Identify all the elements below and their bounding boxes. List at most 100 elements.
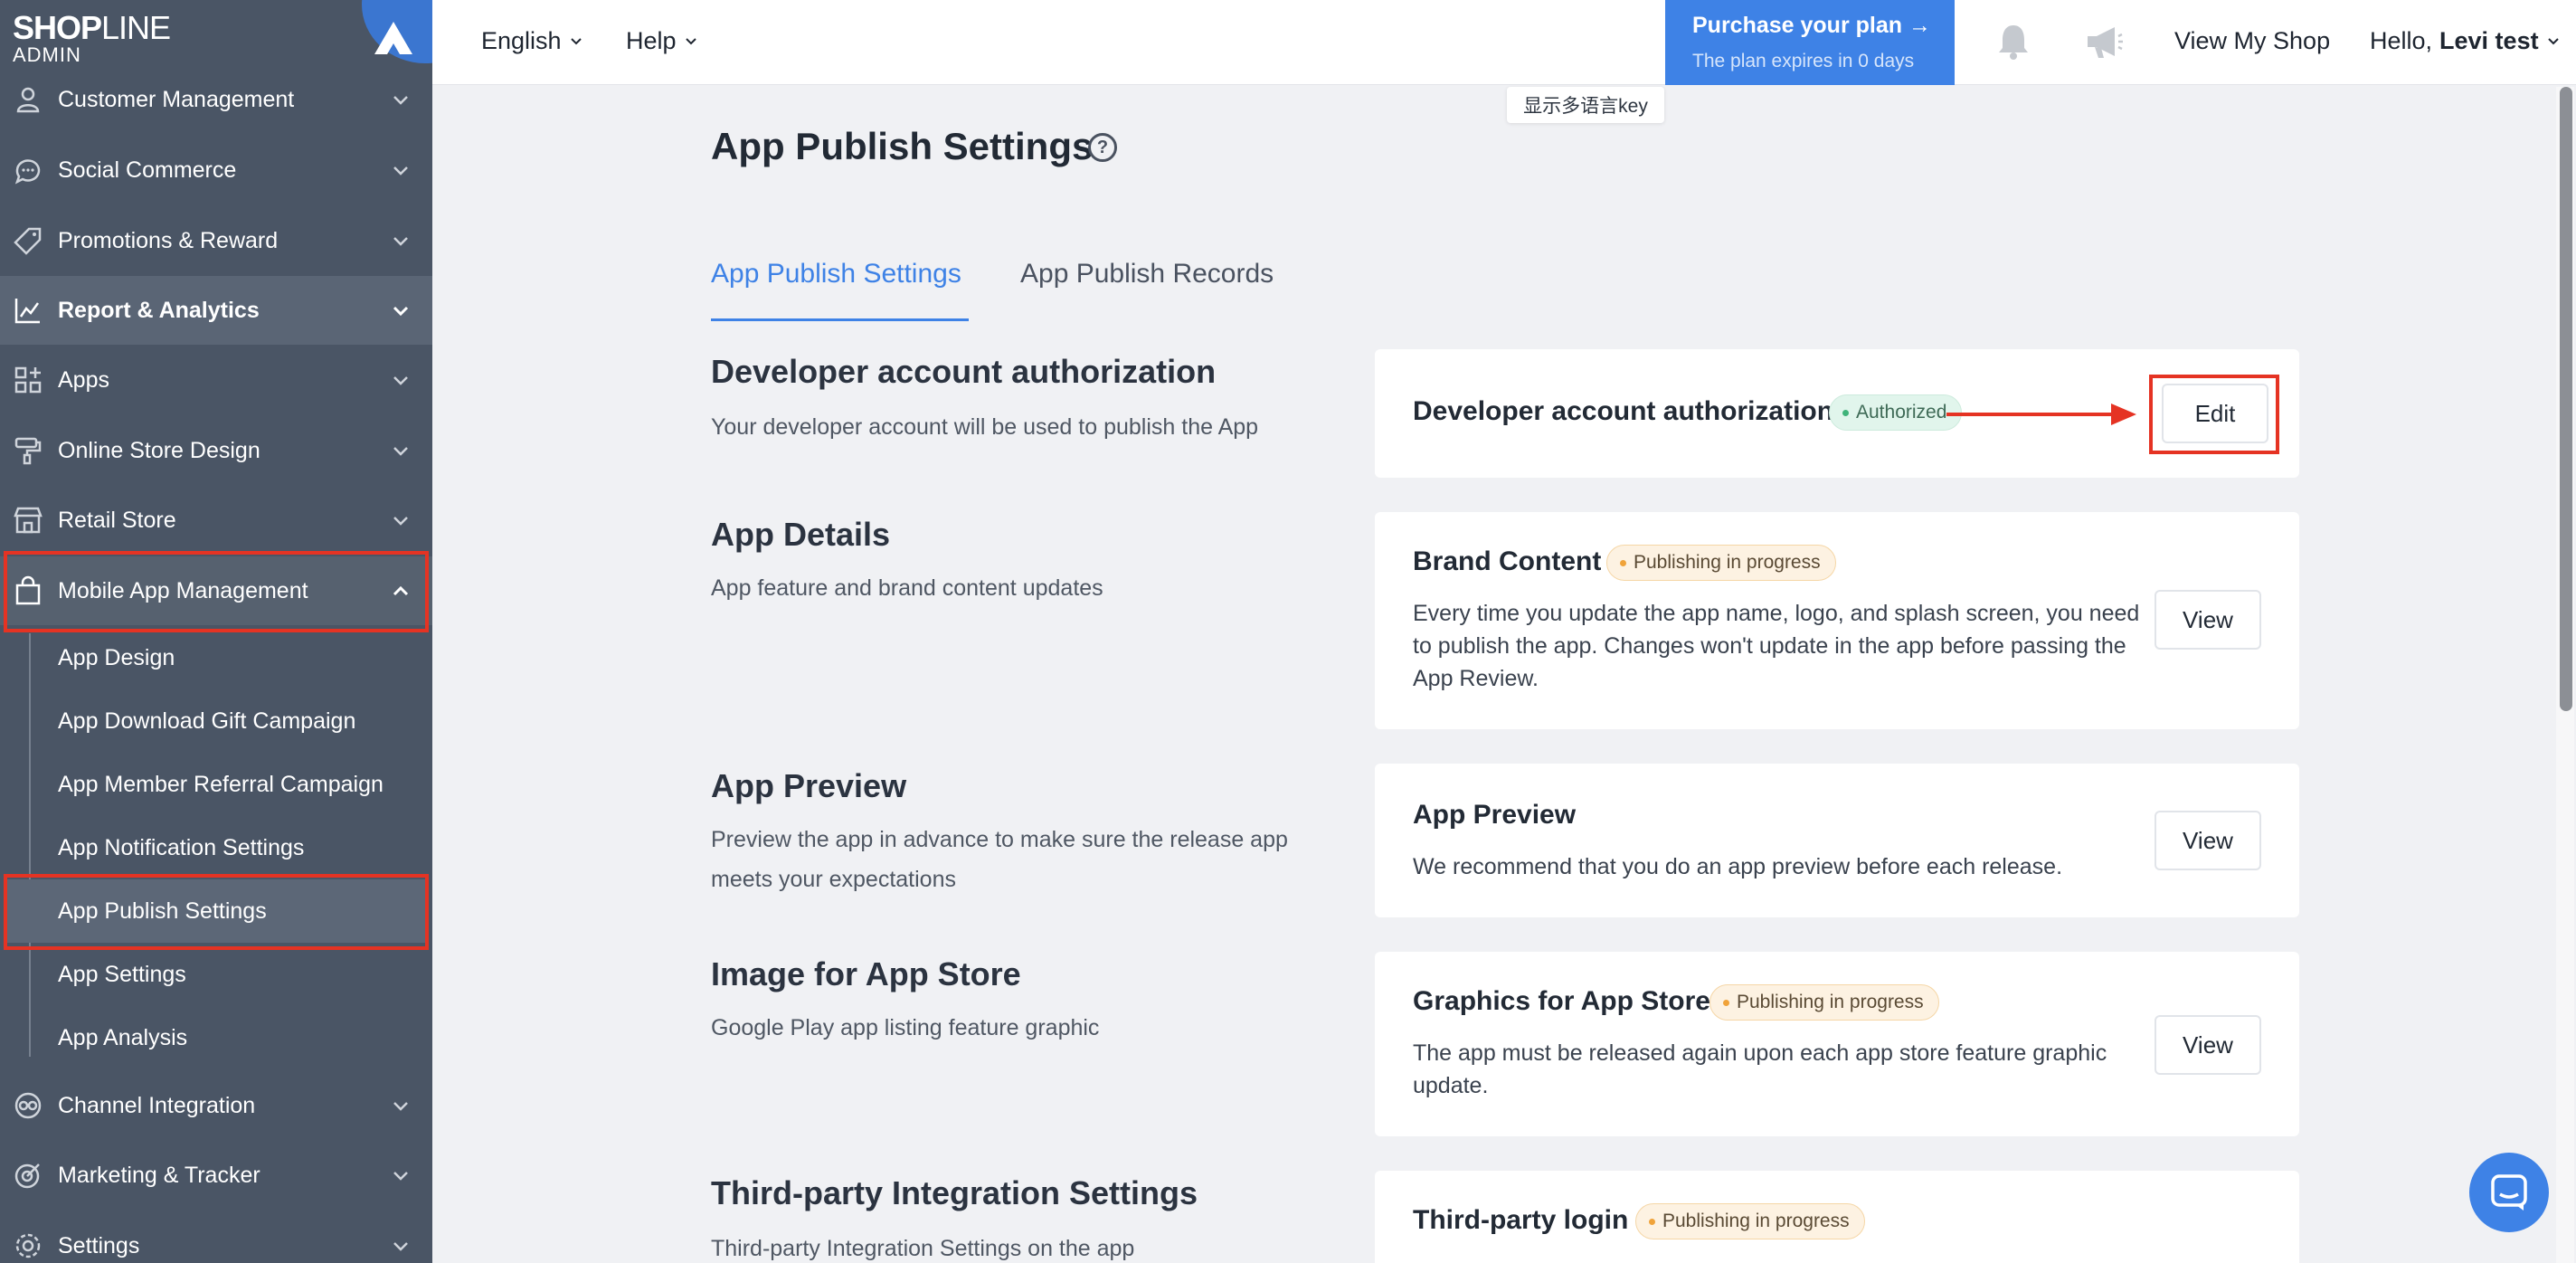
bell-icon[interactable] [1992,20,2035,63]
language-label: English [481,27,562,54]
section-description: Third-party Integration Settings on the … [711,1236,1135,1261]
page-scrollbar[interactable] [2556,87,2574,1263]
greeting-text: Hello, [2370,27,2433,54]
chevron-down-icon [393,166,408,176]
status-badge: Authorized [1829,394,1963,431]
user-menu[interactable]: Hello, Levi test [2370,27,2561,55]
sidebar-subitem-app-download-gift[interactable]: App Download Gift Campaign [31,689,420,753]
chevron-down-icon [393,96,408,105]
language-dropdown[interactable]: English [481,27,583,55]
channel-icon [14,1092,42,1119]
chevron-down-icon [393,517,408,526]
developer-auth-card: Developer account authorization Authoriz… [1375,349,2299,478]
sidebar-item-label: Report & Analytics [58,297,260,323]
top-bar: English Help Purchase your plan → The pl… [432,0,2576,85]
section-description: Your developer account will be used to p… [711,414,1259,440]
help-circle-icon[interactable]: ? [1088,133,1117,162]
help-label: Help [626,27,677,54]
sidebar-item-online-store-design[interactable]: Online Store Design [0,416,432,485]
tab-app-publish-records[interactable]: App Publish Records [1020,259,1274,290]
chevron-down-icon [393,237,408,246]
sidebar-item-mobile-app-management[interactable]: Mobile App Management [0,556,432,625]
view-button[interactable]: View [2155,811,2261,870]
sidebar-item-settings[interactable]: Settings [0,1211,432,1263]
card-title: Third-party login [1413,1205,1629,1235]
sidebar-item-label: Online Store Design [58,437,260,463]
third-party-login-card: Third-party login Publishing in progress [1375,1171,2299,1263]
scrollbar-thumb[interactable] [2560,87,2572,711]
card-description: We recommend that you do an app preview … [1413,854,2063,879]
sidebar-subitem-label: App Publish Settings [58,897,267,924]
chevron-down-icon [393,306,409,317]
sidebar-item-label: Mobile App Management [58,577,308,603]
sidebar-subitem-app-settings[interactable]: App Settings [31,943,420,1006]
status-badge-label: Publishing in progress [1662,1211,1850,1231]
card-title: Graphics for App Store [1413,986,1710,1016]
status-dot-icon [1723,999,1729,1006]
status-badge-label: Publishing in progress [1737,992,1924,1012]
apps-grid-icon [14,366,42,394]
card-title: App Preview [1413,800,1577,830]
view-button[interactable]: View [2155,1015,2261,1075]
plan-expiry-text: The plan expires in 0 days [1692,51,1915,71]
sidebar-subitem-app-publish-settings[interactable]: App Publish Settings [5,879,425,943]
status-badge: Publishing in progress [1709,984,1939,1021]
status-badge: Publishing in progress [1635,1203,1865,1239]
sidebar-item-label: Channel Integration [58,1092,256,1118]
sidebar-item-promotions[interactable]: Promotions & Reward [0,206,432,275]
sidebar-item-marketing-tracker[interactable]: Marketing & Tracker [0,1141,432,1210]
sidebar-item-label: Settings [58,1232,140,1258]
support-chat-button[interactable] [2469,1153,2549,1232]
sidebar-item-label: Customer Management [58,86,295,112]
chart-icon [14,299,40,324]
page-title: App Publish Settings [711,125,1094,167]
sidebar-subitem-label: App Notification Settings [58,834,305,860]
purchase-plan-button[interactable]: Purchase your plan → The plan expires in… [1665,0,1955,85]
brand-content-card: Brand Content Publishing in progress Eve… [1375,512,2299,729]
sidebar-subitem-app-design[interactable]: App Design [31,626,420,689]
sidebar-subitem-app-notification[interactable]: App Notification Settings [31,816,420,879]
sidebar-item-report-analytics[interactable]: Report & Analytics [0,276,432,345]
view-my-shop-link[interactable]: View My Shop [2174,27,2330,55]
sidebar-item-social-commerce[interactable]: Social Commerce [0,136,432,204]
card-title: Brand Content [1413,546,1602,576]
view-button[interactable]: View [2155,590,2261,650]
shopline-mark-icon [374,22,412,54]
status-dot-icon [1842,409,1849,416]
sidebar-item-channel-integration[interactable]: Channel Integration [0,1071,432,1140]
section-description: Google Play app listing feature graphic [711,1015,1100,1040]
chevron-down-icon [393,1172,408,1181]
sidebar-subitem-label: App Analysis [58,1024,188,1050]
sidebar-item-label: Social Commerce [58,157,237,183]
sidebar-item-label: Retail Store [58,507,176,533]
sidebar-subitem-label: App Design [58,644,175,670]
card-description: Every time you update the app name, logo… [1413,601,2140,691]
megaphone-icon[interactable] [2082,20,2126,63]
chevron-down-icon [393,376,408,385]
sidebar-subitem-app-analysis[interactable]: App Analysis [31,1006,420,1069]
chat-bubble-icon [14,159,41,185]
sidebar-item-label: Promotions & Reward [58,227,279,253]
brand-subtitle: ADMIN [13,43,81,66]
section-title: App Preview [711,767,907,804]
status-dot-icon [1649,1218,1655,1225]
edit-button[interactable]: Edit [2162,384,2268,443]
sidebar-subitem-label: App Member Referral Campaign [58,771,384,797]
brand-logo[interactable]: SHOPLINE ADMIN [0,0,432,69]
section-title: Developer account authorization [711,353,1217,390]
sidebar-item-label: Marketing & Tracker [58,1162,260,1188]
sidebar-subitem-app-member-referral[interactable]: App Member Referral Campaign [31,753,420,816]
chevron-down-icon [570,37,582,44]
sidebar-item-apps[interactable]: Apps [0,346,432,414]
sidebar-item-customer-management[interactable]: Customer Management [0,65,432,134]
user-name: Levi test [2439,27,2539,54]
help-dropdown[interactable]: Help [626,27,698,55]
tab-app-publish-settings[interactable]: App Publish Settings [711,259,961,290]
shopping-bag-icon [15,575,41,605]
sidebar-item-retail-store[interactable]: Retail Store [0,486,432,555]
annotation-arrow-icon [1946,404,2136,425]
status-badge-label: Authorized [1856,402,1947,423]
multilang-key-toggle[interactable]: 显示多语言key [1507,87,1664,123]
store-icon [14,507,43,534]
target-icon [14,1163,40,1189]
